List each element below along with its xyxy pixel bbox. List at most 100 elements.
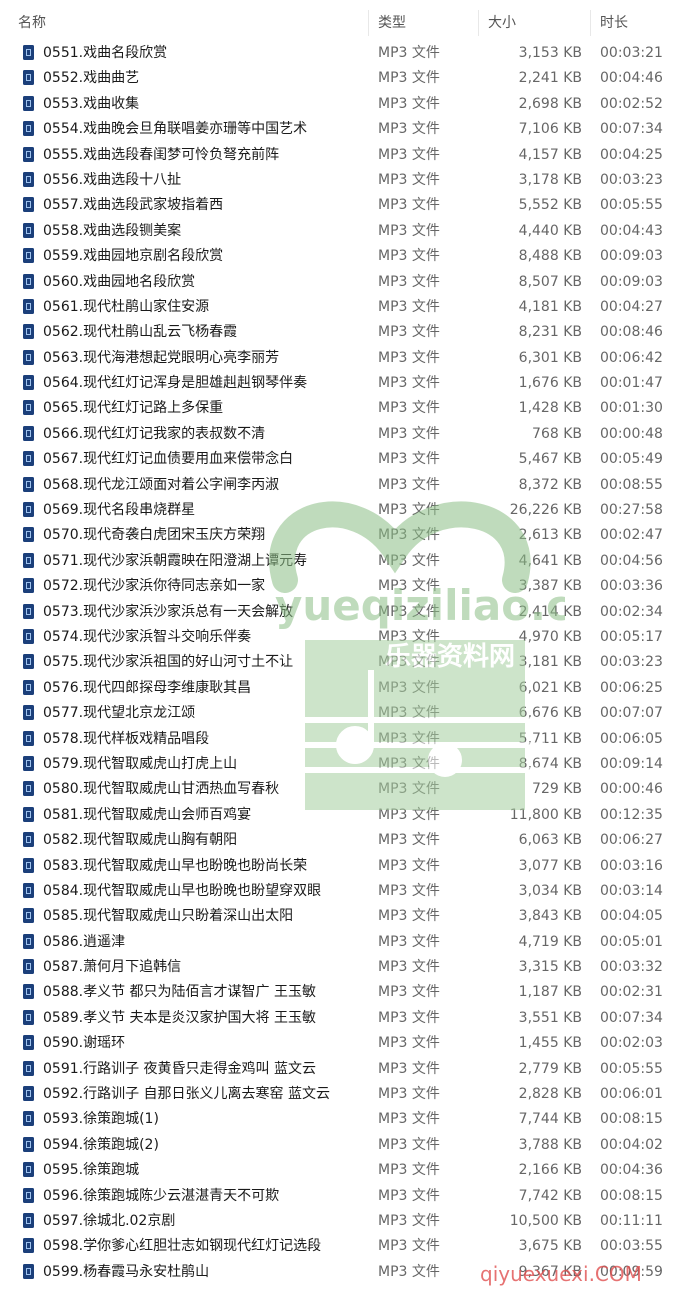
file-row[interactable]: 0594.徐策跑城(2) MP3 文件 3,788 KB 00:04:02 (0, 1132, 700, 1157)
file-size: 4,181 KB (518, 298, 582, 315)
file-row[interactable]: 0569.现代名段串烧群星 MP3 文件 26,226 KB 00:27:58 (0, 497, 700, 522)
file-row[interactable]: 0566.现代红灯记我家的表叔数不清 MP3 文件 768 KB 00:00:48 (0, 421, 700, 446)
file-row[interactable]: 0590.谢瑶环 MP3 文件 1,455 KB 00:02:03 (0, 1030, 700, 1055)
file-row[interactable]: 0597.徐城北.02京剧 MP3 文件 10,500 KB 00:11:11 (0, 1208, 700, 1233)
file-type: MP3 文件 (378, 755, 440, 772)
file-size: 10,500 KB (509, 1212, 582, 1229)
file-row[interactable]: 0560.戏曲园地名段欣赏 MP3 文件 8,507 KB 00:09:03 (0, 269, 700, 294)
file-size: 7,744 KB (518, 1111, 582, 1128)
file-row[interactable]: 0589.孝义节 夫本是炎汉家护国大将 王玉敏 MP3 文件 3,551 KB 00:… (0, 1005, 700, 1030)
file-row[interactable]: 0580.现代智取威虎山甘洒热血写春秋 MP3 文件 729 KB 00:00:46 (0, 776, 700, 801)
audio-file-icon (23, 95, 34, 111)
file-row[interactable]: 0577.现代望北京龙江颂 MP3 文件 6,676 KB 00:07:07 (0, 700, 700, 725)
file-type: MP3 文件 (378, 171, 440, 188)
file-duration: 00:08:46 (600, 324, 663, 341)
file-row[interactable]: 0565.现代红灯记路上多保重 MP3 文件 1,428 KB 00:01:30 (0, 395, 700, 420)
file-row[interactable]: 0578.现代样板戏精品唱段 MP3 文件 5,711 KB 00:06:05 (0, 726, 700, 751)
file-size: 4,157 KB (518, 146, 582, 163)
file-size: 11,800 KB (509, 806, 582, 823)
file-type: MP3 文件 (378, 959, 440, 976)
file-row[interactable]: 0555.戏曲选段春闺梦可怜负弩充前阵 MP3 文件 4,157 KB 00:04:2… (0, 142, 700, 167)
file-duration: 00:03:32 (600, 959, 663, 976)
audio-file-icon (23, 628, 34, 644)
file-row[interactable]: 0586.逍遥津 MP3 文件 4,719 KB 00:05:01 (0, 929, 700, 954)
file-row[interactable]: 0556.戏曲选段十八扯 MP3 文件 3,178 KB 00:03:23 (0, 167, 700, 192)
file-name: 0598.学你爹心红胆壮志如钢现代红灯记选段 (43, 1238, 322, 1255)
file-row[interactable]: 0553.戏曲收集 MP3 文件 2,698 KB 00:02:52 (0, 91, 700, 116)
file-row[interactable]: 0554.戏曲晚会旦角联唱姜亦珊等中国艺术 MP3 文件 7,106 KB 00:07… (0, 116, 700, 141)
file-row[interactable]: 0598.学你爹心红胆壮志如钢现代红灯记选段 MP3 文件 3,675 KB 00:0… (0, 1233, 700, 1258)
audio-file-icon (23, 375, 34, 391)
file-duration: 00:05:55 (600, 197, 663, 214)
file-duration: 00:03:23 (600, 654, 663, 671)
column-header-name[interactable]: 名称 (18, 12, 46, 34)
file-row[interactable]: 0587.萧何月下追韩信 MP3 文件 3,315 KB 00:03:32 (0, 954, 700, 979)
file-row[interactable]: 0561.现代杜鹃山家住安源 MP3 文件 4,181 KB 00:04:27 (0, 294, 700, 319)
file-row[interactable]: 0579.现代智取威虎山打虎上山 MP3 文件 8,674 KB 00:09:14 (0, 751, 700, 776)
file-row[interactable]: 0581.现代智取威虎山会师百鸡宴 MP3 文件 11,800 KB 00:12:35 (0, 802, 700, 827)
file-row[interactable]: 0593.徐策跑城(1) MP3 文件 7,744 KB 00:08:15 (0, 1106, 700, 1131)
column-header: 名称 类型 大小 时长 (0, 0, 700, 44)
file-row[interactable]: 0563.现代海港想起党眼明心亮李丽芳 MP3 文件 6,301 KB 00:06:4… (0, 345, 700, 370)
file-row[interactable]: 0592.行路训子 自那日张义儿离去寒窑 蓝文云 MP3 文件 2,828 KB 00… (0, 1081, 700, 1106)
file-duration: 00:03:55 (600, 1238, 663, 1255)
file-row[interactable]: 0596.徐策跑城陈少云湛湛青天不可欺 MP3 文件 7,742 KB 00:08:1… (0, 1183, 700, 1208)
file-row[interactable]: 0576.现代四郎探母李维康耿其昌 MP3 文件 6,021 KB 00:06:25 (0, 675, 700, 700)
file-duration: 00:02:52 (600, 95, 663, 112)
file-row[interactable]: 0567.现代红灯记血债要用血来偿带念白 MP3 文件 5,467 KB 00:05:… (0, 446, 700, 471)
file-row[interactable]: 0559.戏曲园地京剧名段欣赏 MP3 文件 8,488 KB 00:09:03 (0, 243, 700, 268)
file-duration: 00:06:42 (600, 349, 663, 366)
file-size: 2,166 KB (518, 1162, 582, 1179)
file-type: MP3 文件 (378, 1212, 440, 1229)
file-name: 0590.谢瑶环 (43, 1035, 126, 1052)
file-name: 0565.现代红灯记路上多保重 (43, 400, 224, 417)
file-type: MP3 文件 (378, 882, 440, 899)
file-row[interactable]: 0558.戏曲选段铡美案 MP3 文件 4,440 KB 00:04:43 (0, 218, 700, 243)
file-duration: 00:04:46 (600, 70, 663, 87)
file-row[interactable]: 0551.戏曲名段欣赏 MP3 文件 3,153 KB 00:03:21 (0, 40, 700, 65)
file-duration: 00:03:23 (600, 171, 663, 188)
column-header-type[interactable]: 类型 (378, 12, 406, 34)
file-row[interactable]: 0572.现代沙家浜你待同志亲如一家 MP3 文件 3,387 KB 00:03:36 (0, 573, 700, 598)
file-size: 7,106 KB (518, 121, 582, 138)
file-size: 3,675 KB (518, 1238, 582, 1255)
file-type: MP3 文件 (378, 121, 440, 138)
column-header-size[interactable]: 大小 (488, 12, 516, 34)
file-type: MP3 文件 (378, 298, 440, 315)
file-row[interactable]: 0564.现代红灯记浑身是胆雄赳赳钢琴伴奏 MP3 文件 1,676 KB 00:01… (0, 370, 700, 395)
file-duration: 00:04:36 (600, 1162, 663, 1179)
file-row[interactable]: 0552.戏曲曲艺 MP3 文件 2,241 KB 00:04:46 (0, 65, 700, 90)
file-row[interactable]: 0573.现代沙家浜沙家浜总有一天会解放 MP3 文件 2,414 KB 00:02:… (0, 599, 700, 624)
file-row[interactable]: 0575.现代沙家浜祖国的好山河寸土不让 MP3 文件 3,181 KB 00:03:… (0, 649, 700, 674)
file-row[interactable]: 0591.行路训子 夜黄昏只走得金鸡叫 蓝文云 MP3 文件 2,779 KB 00:… (0, 1056, 700, 1081)
file-row[interactable]: 0599.杨春霞马永安杜鹃山 MP3 文件 9,367 KB 00:09:59 (0, 1259, 700, 1284)
file-size: 3,387 KB (518, 578, 582, 595)
column-header-duration[interactable]: 时长 (600, 12, 628, 34)
file-row[interactable]: 0571.现代沙家浜朝霞映在阳澄湖上谭元寿 MP3 文件 4,641 KB 00:04… (0, 548, 700, 573)
file-row[interactable]: 0595.徐策跑城 MP3 文件 2,166 KB 00:04:36 (0, 1157, 700, 1182)
audio-file-icon (23, 806, 34, 822)
file-type: MP3 文件 (378, 908, 440, 925)
file-row[interactable]: 0585.现代智取威虎山只盼着深山出太阳 MP3 文件 3,843 KB 00:04:… (0, 903, 700, 928)
file-row[interactable]: 0562.现代杜鹃山乱云飞杨春霞 MP3 文件 8,231 KB 00:08:46 (0, 319, 700, 344)
file-row[interactable]: 0582.现代智取威虎山胸有朝阳 MP3 文件 6,063 KB 00:06:27 (0, 827, 700, 852)
file-name: 0562.现代杜鹃山乱云飞杨春霞 (43, 324, 238, 341)
file-name: 0593.徐策跑城(1) (43, 1111, 159, 1128)
column-divider[interactable] (590, 10, 591, 36)
file-row[interactable]: 0588.孝义节 都只为陆佰言才谋智广 王玉敏 MP3 文件 1,187 KB 00:… (0, 979, 700, 1004)
file-row[interactable]: 0570.现代奇袭白虎团宋玉庆方荣翔 MP3 文件 2,613 KB 00:02:47 (0, 522, 700, 547)
column-divider[interactable] (478, 10, 479, 36)
file-duration: 00:09:03 (600, 273, 663, 290)
file-duration: 00:06:01 (600, 1086, 663, 1103)
file-row[interactable]: 0568.现代龙江颂面对着公字闸李丙淑 MP3 文件 8,372 KB 00:08:5… (0, 472, 700, 497)
file-row[interactable]: 0557.戏曲选段武家坡指着西 MP3 文件 5,552 KB 00:05:55 (0, 192, 700, 217)
file-row[interactable]: 0584.现代智取威虎山早也盼晚也盼望穿双眼 MP3 文件 3,034 KB 00:0… (0, 878, 700, 903)
audio-file-icon (23, 959, 34, 975)
file-duration: 00:02:03 (600, 1035, 663, 1052)
file-type: MP3 文件 (378, 933, 440, 950)
file-row[interactable]: 0574.现代沙家浜智斗交响乐伴奏 MP3 文件 4,970 KB 00:05:17 (0, 624, 700, 649)
file-duration: 00:05:49 (600, 451, 663, 468)
audio-file-icon (23, 298, 34, 314)
file-row[interactable]: 0583.现代智取威虎山早也盼晚也盼尚长荣 MP3 文件 3,077 KB 00:03… (0, 853, 700, 878)
column-divider[interactable] (368, 10, 369, 36)
